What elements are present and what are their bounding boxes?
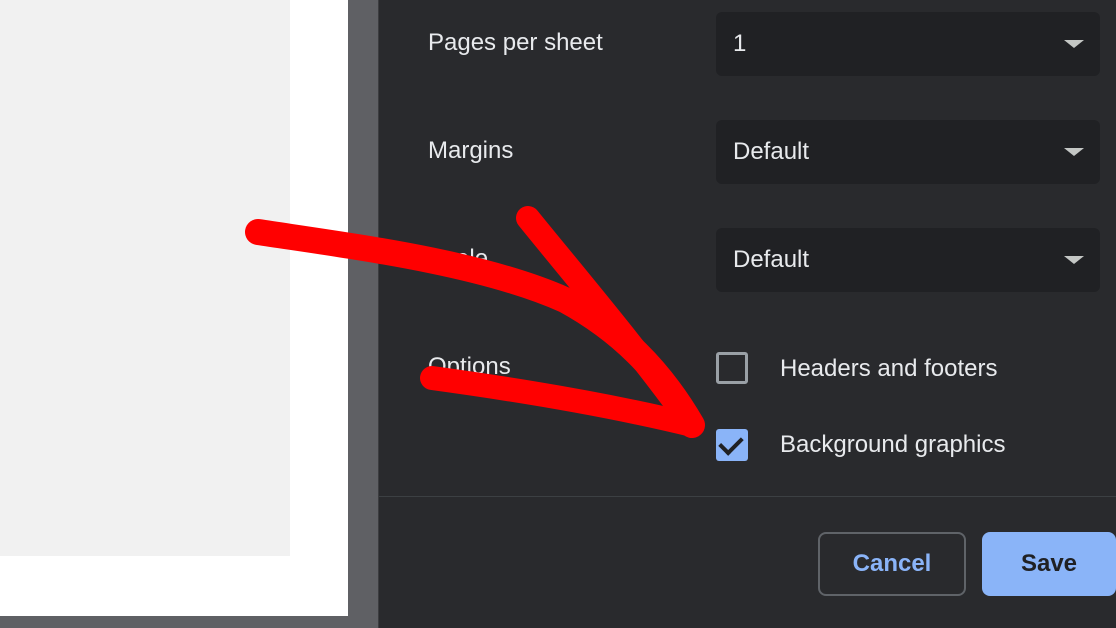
- save-button[interactable]: Save: [982, 532, 1116, 596]
- chevron-down-icon: [1064, 40, 1084, 48]
- preview-page: [0, 0, 348, 616]
- cancel-button[interactable]: Cancel: [818, 532, 966, 596]
- pages-per-sheet-label: Pages per sheet: [428, 29, 603, 56]
- check-icon: [718, 430, 744, 456]
- margins-value: Default: [733, 138, 810, 165]
- chevron-down-icon: [1064, 256, 1084, 264]
- headers-footers-label[interactable]: Headers and footers: [780, 357, 997, 381]
- print-dialog: Pages per sheet 1 Margins Default Scale …: [0, 0, 1116, 628]
- chevron-down-icon: [1064, 148, 1084, 156]
- scale-select[interactable]: Default: [716, 228, 1100, 292]
- preview-page-content: [0, 0, 290, 556]
- scale-label: Scale: [428, 245, 489, 272]
- background-graphics-checkbox[interactable]: [716, 429, 748, 461]
- margins-select[interactable]: Default: [716, 120, 1100, 184]
- scale-value: Default: [733, 246, 810, 273]
- print-preview-area: [0, 0, 378, 628]
- print-settings-panel: Pages per sheet 1 Margins Default Scale …: [378, 0, 1116, 628]
- background-graphics-label[interactable]: Background graphics: [780, 433, 1005, 457]
- dialog-footer: Cancel Save: [379, 497, 1116, 628]
- options-label: Options: [428, 353, 511, 380]
- pages-per-sheet-value: 1: [733, 30, 747, 57]
- pages-per-sheet-select[interactable]: 1: [716, 12, 1100, 76]
- margins-label: Margins: [428, 137, 514, 164]
- headers-footers-checkbox[interactable]: [716, 352, 748, 384]
